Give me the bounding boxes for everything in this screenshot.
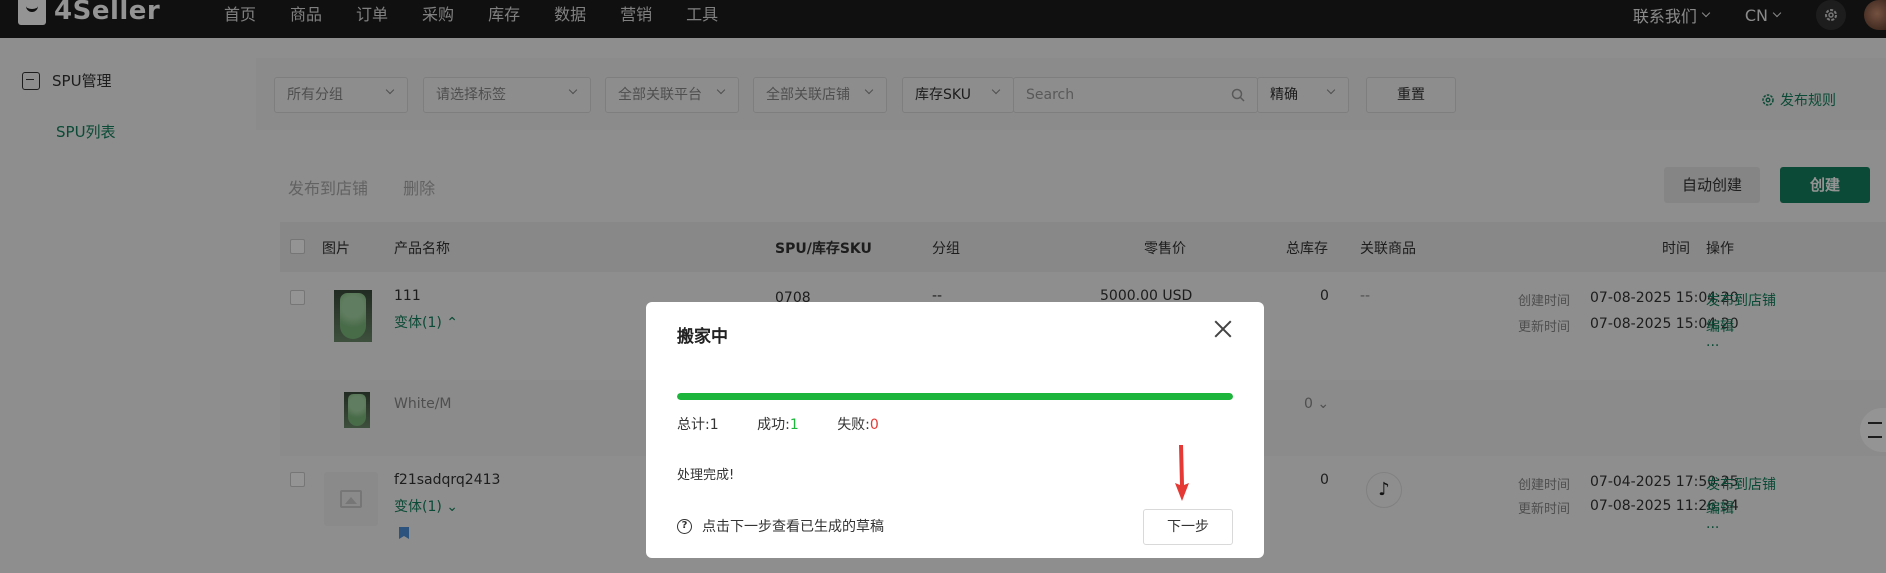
status-message: 处理完成! <box>677 468 735 483</box>
migration-progress-dialog: 搬家中 总计:1 成功:1 失败:0 处理完成! ? 点击下一步查看已生成的草稿… <box>646 302 1264 558</box>
hint-row: ? 点击下一步查看已生成的草稿 <box>677 516 884 536</box>
close-icon[interactable] <box>1212 318 1234 340</box>
total-label: 总计: <box>677 417 710 433</box>
total-stat: 总计:1 <box>677 417 719 433</box>
fail-value: 0 <box>869 417 879 433</box>
fail-label: 失败: <box>837 417 870 433</box>
progress-bar <box>677 393 1233 400</box>
annotation-arrow-icon <box>1175 445 1189 501</box>
total-value: 1 <box>709 417 719 433</box>
hint-text: 点击下一步查看已生成的草稿 <box>702 519 884 535</box>
success-label: 成功: <box>757 417 790 433</box>
fail-stat: 失败:0 <box>837 417 879 433</box>
progress-stats: 总计:1 成功:1 失败:0 <box>677 414 913 434</box>
next-step-button[interactable]: 下一步 <box>1143 509 1233 545</box>
progress-bar-fill <box>677 393 1233 400</box>
success-value: 1 <box>789 417 799 433</box>
dialog-title: 搬家中 <box>677 327 728 347</box>
success-stat: 成功:1 <box>757 417 799 433</box>
question-icon: ? <box>677 518 692 534</box>
